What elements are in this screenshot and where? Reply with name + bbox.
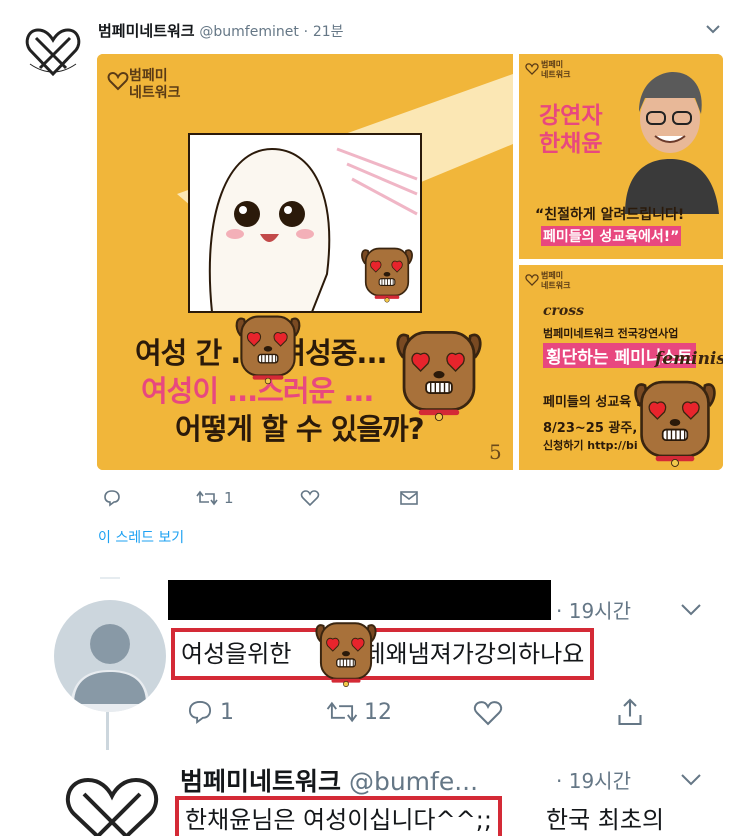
tr-brand-line2: 네트워크 (541, 70, 571, 79)
reply-icon (188, 700, 212, 724)
media-panel-top-right[interactable]: 범페미 네트워크 강연자 한채윤 “친절하게 알려드립니다! 페미들의 성교육에… (519, 54, 723, 259)
heart-icon (300, 490, 320, 507)
tr-title-line1: 강연자 (539, 103, 603, 129)
br-cross: cross (543, 303, 585, 319)
reply1-text-highlighted: 여성을위한 인데왜냄져가강의하나요 (171, 628, 595, 680)
user-silhouette-icon (70, 624, 150, 712)
br-brand: 범페미 네트워크 (541, 271, 570, 291)
heart-logo-icon (525, 274, 539, 286)
chevron-down-icon[interactable] (680, 773, 702, 787)
tr-brand: 범페미 네트워크 (541, 60, 570, 80)
heart-eye-dog-sticker (315, 622, 377, 688)
reply1-reply-button[interactable]: 1 (186, 699, 234, 725)
heart-eye-dog-sticker (396, 330, 482, 423)
retweet-button[interactable]: 1 (196, 489, 234, 507)
br-brand-line2: 네트워크 (541, 281, 571, 290)
reply2-header: 범페미네트워크 @bumfe... (180, 762, 478, 798)
tr-quote-line1: “친절하게 알려드립니다! (535, 207, 685, 223)
share-icon (618, 698, 642, 726)
reply2-text-rest: 한국 최초의 (546, 806, 665, 834)
tweet-time[interactable]: 21분 (313, 24, 344, 40)
reply1-retweet-count: 12 (364, 699, 392, 725)
reply-button[interactable] (103, 489, 121, 507)
br-brand-line1: 범페미 (541, 271, 564, 280)
speaker-portrait (625, 72, 719, 214)
br-line5: 신청하기 http://bi (543, 439, 638, 452)
reply2-author-name[interactable]: 범페미네트워크 (180, 767, 341, 796)
retweet-count: 1 (224, 489, 234, 507)
tr-title: 강연자 한채윤 (539, 102, 602, 158)
like-button[interactable] (300, 489, 320, 507)
br-feminist: feminist (655, 349, 723, 369)
bumfeminet-logo-avatar[interactable] (22, 20, 84, 82)
heart-eye-dog-sticker (235, 315, 301, 385)
reply1-retweet-button[interactable]: 12 (326, 699, 392, 725)
reply1-text-before: 여성을위한 (181, 640, 292, 668)
main-brand-line2: 네트워크 (129, 85, 181, 101)
chevron-down-icon[interactable] (680, 603, 702, 617)
main-brand: 범페미 네트워크 (129, 68, 181, 102)
reply2-author-handle[interactable]: @bumfe... (349, 767, 478, 796)
retweet-icon (326, 701, 358, 723)
heart-eye-dog-sticker (634, 380, 716, 468)
br-line3: 페미들의 성교육 : (543, 395, 641, 410)
envelope-icon (400, 491, 418, 505)
br-line4: 8/23~25 광주, (543, 421, 638, 436)
direct-message-button[interactable] (399, 489, 419, 507)
tr-quote-line2: 페미들의 성교육에서!” (541, 226, 682, 246)
main-headline-line3: 어떻게 할 수 있을까? (175, 412, 425, 446)
page-number: 5 (489, 440, 502, 464)
heart-icon (473, 701, 503, 726)
reply1-share-button[interactable] (615, 697, 645, 727)
tr-brand-line1: 범페미 (541, 60, 564, 69)
reply-icon (104, 490, 120, 507)
heart-logo-icon (525, 63, 539, 75)
thread-connector (100, 577, 120, 579)
reply1-reply-count: 1 (220, 699, 234, 725)
thread-line (106, 712, 109, 750)
show-thread-link[interactable]: 이 스레드 보기 (98, 527, 184, 547)
separator-dot: · (303, 24, 309, 40)
heart-logo-icon (107, 71, 129, 91)
heart-eye-dog-sticker (361, 247, 413, 304)
main-brand-line1: 범페미 (129, 68, 168, 84)
default-avatar[interactable] (54, 600, 166, 712)
retweet-icon (196, 490, 218, 506)
reply2-time[interactable]: · 19시간 (556, 765, 631, 794)
chevron-down-icon[interactable] (706, 24, 720, 34)
author-handle[interactable]: @bumfeminet (199, 24, 298, 40)
tweet-header: 범페미네트워크 @bumfeminet · 21분 (98, 20, 344, 41)
reply2-text-highlighted: 한채윤님은 여성이십니다^^;; (175, 796, 502, 836)
tweet-media-grid[interactable]: 범페미 네트워크 여성 간 ..., 여성중... 여성이 ...스러운 ...… (97, 54, 723, 470)
tr-title-line2: 한채윤 (539, 131, 603, 157)
author-name[interactable]: 범페미네트워크 (98, 22, 195, 40)
reply1-time[interactable]: · 19시간 (556, 595, 631, 624)
reply1-like-button[interactable] (472, 699, 504, 727)
br-line1: 범페미네트워크 전국강연사업 (543, 327, 679, 340)
bumfeminet-logo-avatar[interactable] (56, 764, 168, 836)
